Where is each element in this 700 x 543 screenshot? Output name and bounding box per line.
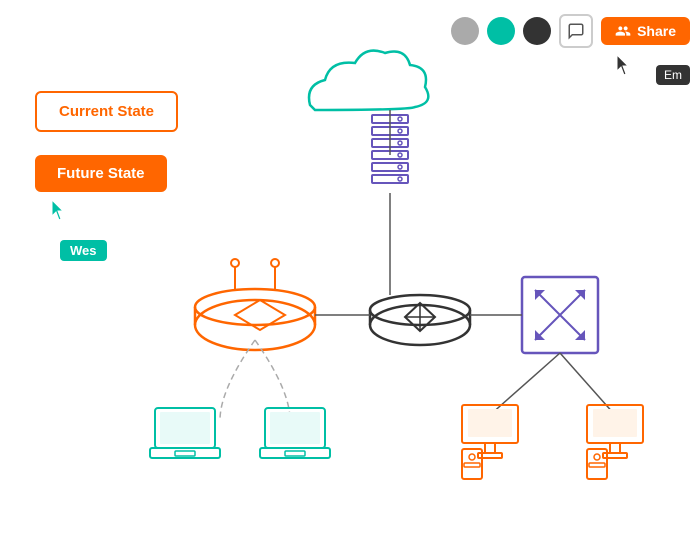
share-label: Share [637,23,676,39]
current-state-button[interactable]: Current State [35,91,178,132]
share-button[interactable]: Share [601,17,690,45]
cursor-wes [52,200,70,227]
cursor-em [617,55,635,82]
avatar-tooltip-em: Em [656,65,690,85]
color-swatch-teal[interactable] [487,17,515,45]
color-swatch-dark[interactable] [523,17,551,45]
avatar-tooltip-wes: Wes [60,240,107,261]
toolbar: Share [451,14,690,48]
comment-button[interactable] [559,14,593,48]
future-state-button[interactable]: Future State [35,155,167,192]
network-diagram [0,0,700,543]
color-swatch-gray[interactable] [451,17,479,45]
